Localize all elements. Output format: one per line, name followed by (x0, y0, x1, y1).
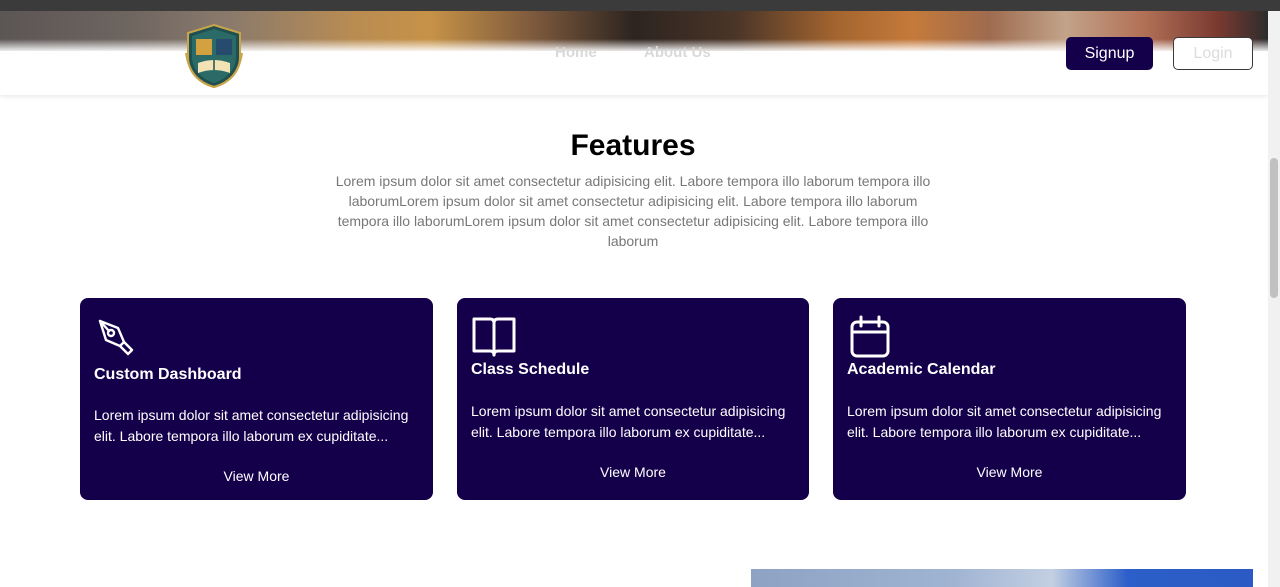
book-icon (472, 317, 516, 357)
page: Home About Us Signup Login Features Lore… (0, 0, 1280, 587)
scrollbar-thumb[interactable] (1270, 158, 1278, 298)
feature-card-academic-calendar[interactable]: Academic Calendar Lorem ipsum dolor sit … (833, 298, 1186, 500)
signup-button[interactable]: Signup (1066, 37, 1153, 70)
card-text: Lorem ipsum dolor sit amet consectetur a… (847, 403, 1162, 440)
section-image (751, 569, 1253, 587)
view-more-link[interactable]: View More (457, 464, 809, 480)
nav-home-link[interactable]: Home (555, 44, 597, 61)
card-title: Academic Calendar (847, 361, 996, 378)
browser-top-strip (0, 0, 1280, 11)
login-button[interactable]: Login (1173, 37, 1253, 70)
pen-nib-icon (98, 319, 134, 356)
view-more-link[interactable]: View More (80, 468, 433, 484)
features-description: Lorem ipsum dolor sit amet consectetur a… (335, 173, 931, 249)
navbar: Home About Us Signup Login (0, 11, 1268, 95)
calendar-icon (850, 315, 890, 358)
card-title: Class Schedule (471, 361, 590, 378)
card-text: Lorem ipsum dolor sit amet consectetur a… (471, 403, 786, 440)
school-logo[interactable] (184, 23, 244, 89)
features-title: Features (570, 129, 696, 162)
scrollbar[interactable] (1268, 11, 1280, 587)
card-title: Custom Dashboard (94, 366, 242, 383)
view-more-link[interactable]: View More (833, 464, 1186, 480)
feature-card-custom-dashboard[interactable]: Custom Dashboard Lorem ipsum dolor sit a… (80, 298, 433, 500)
feature-card-class-schedule[interactable]: Class Schedule Lorem ipsum dolor sit ame… (457, 298, 809, 500)
card-text: Lorem ipsum dolor sit amet consectetur a… (94, 407, 409, 444)
nav-about-link[interactable]: About Us (644, 44, 711, 61)
